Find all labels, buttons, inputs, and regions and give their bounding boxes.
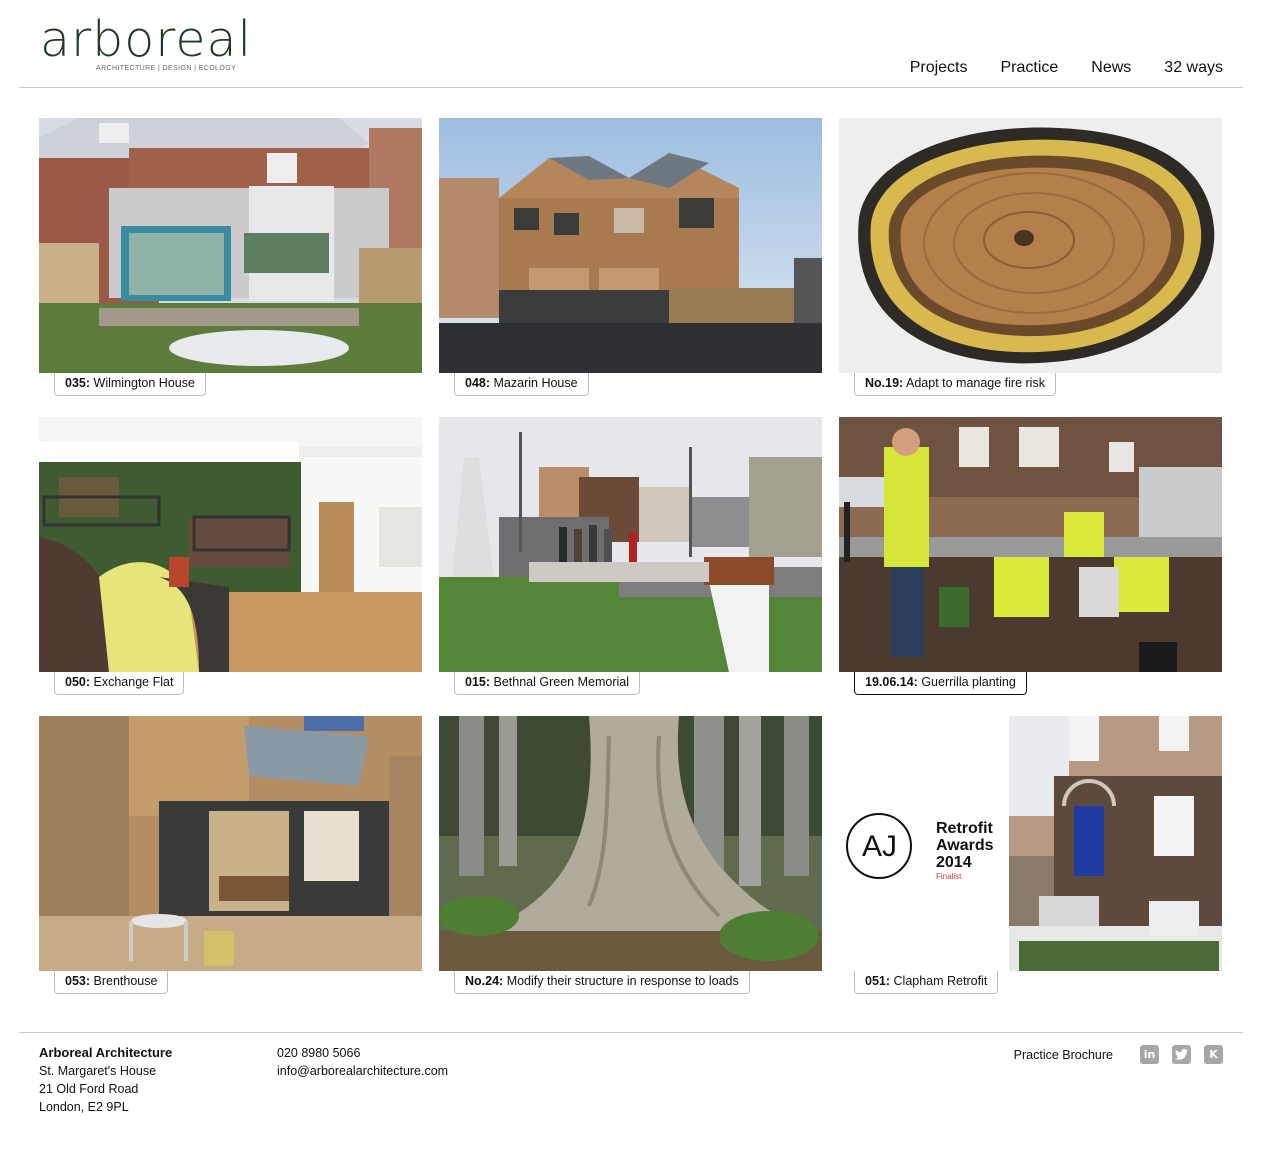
logo-tagline: ARCHITECTURE | DESIGN | ECOLOGY [96,65,237,72]
project-title: Brenthouse [93,974,158,988]
project-card[interactable]: 048: Mazarin House [439,118,822,396]
project-card[interactable]: AJ Retrofit Awards 2014 Finalist 051: Cl… [839,716,1222,994]
logo-text: arboreal [40,11,253,68]
header-divider [19,87,1243,88]
practice-brochure-link[interactable]: Practice Brochure [1014,1048,1113,1062]
k-icon[interactable]: K [1204,1045,1223,1064]
project-image [839,118,1222,373]
project-title: Exchange Flat [93,675,174,689]
project-caption[interactable]: 053: Brenthouse [54,971,169,994]
project-caption[interactable]: 048: Mazarin House [454,373,589,396]
footer-company: Arboreal Architecture [39,1045,173,1060]
award-logo-text: AJ [862,830,897,863]
footer-divider [19,1032,1243,1033]
project-card[interactable]: 035: Wilmington House [39,118,422,396]
project-image [39,417,422,672]
logo[interactable]: arboreal ARCHITECTURE | DESIGN | ECOLOGY [40,11,253,76]
award-line3: 2014 [936,854,972,871]
project-caption[interactable]: 015: Bethnal Green Memorial [454,672,640,695]
project-image [439,417,822,672]
project-image [39,716,422,971]
project-number: No.19: [865,376,904,390]
project-number: No.24: [465,974,504,988]
project-image [839,417,1222,672]
linkedin-icon[interactable]: in [1140,1045,1159,1064]
award-line2: Awards [936,837,994,854]
award-line1: Retrofit [936,820,994,837]
project-number: 051: [865,974,891,988]
project-number: 19.06.14: [865,675,918,689]
project-title: Clapham Retrofit [893,974,988,988]
main-nav: Projects Practice News 32 ways [877,58,1223,78]
award-status: Finalist [936,872,962,881]
project-image [39,118,422,373]
project-card[interactable]: No.24: Modify their structure in respons… [439,716,822,994]
project-number: 048: [465,376,491,390]
project-title: Mazarin House [493,376,578,390]
nav-projects[interactable]: Projects [910,58,968,78]
project-image [439,716,822,971]
project-card[interactable]: 050: Exchange Flat [39,417,422,695]
project-image [439,118,822,373]
twitter-icon[interactable] [1172,1045,1191,1064]
footer-address-line: London, E2 9PL [39,1100,129,1114]
project-card[interactable]: 053: Brenthouse [39,716,422,994]
project-card[interactable]: 19.06.14: Guerrilla planting [839,417,1222,695]
footer-contact: 020 8980 5066 info@arborealarchitecture.… [277,1044,448,1080]
footer-address-line: St. Margaret's House [39,1064,157,1078]
project-card[interactable]: No.19: Adapt to manage fire risk [839,118,1222,396]
footer-address-line: 21 Old Ford Road [39,1082,139,1096]
footer-links: Practice Brochure in K [1014,1045,1223,1064]
project-caption[interactable]: 19.06.14: Guerrilla planting [854,672,1027,695]
project-number: 015: [465,675,491,689]
project-caption[interactable]: 050: Exchange Flat [54,672,185,695]
nav-practice[interactable]: Practice [1000,58,1058,78]
project-image: AJ Retrofit Awards 2014 Finalist [839,716,1222,971]
project-caption[interactable]: 051: Clapham Retrofit [854,971,999,994]
project-caption[interactable]: 035: Wilmington House [54,373,206,396]
project-card[interactable]: 015: Bethnal Green Memorial [439,417,822,695]
project-title: Wilmington House [93,376,195,390]
project-title: Bethnal Green Memorial [493,675,629,689]
footer-phone[interactable]: 020 8980 5066 [277,1044,448,1062]
project-caption[interactable]: No.19: Adapt to manage fire risk [854,373,1056,396]
project-number: 035: [65,376,91,390]
nav-32-ways[interactable]: 32 ways [1164,58,1223,78]
project-number: 050: [65,675,91,689]
project-title: Guerrilla planting [921,675,1016,689]
project-caption[interactable]: No.24: Modify their structure in respons… [454,971,750,994]
footer-address: Arboreal Architecture St. Margaret's Hou… [39,1044,172,1116]
project-title: Modify their structure in response to lo… [506,974,739,988]
nav-news[interactable]: News [1091,58,1131,78]
project-title: Adapt to manage fire risk [906,376,1045,390]
project-number: 053: [65,974,91,988]
footer-email[interactable]: info@arborealarchitecture.com [277,1062,448,1080]
